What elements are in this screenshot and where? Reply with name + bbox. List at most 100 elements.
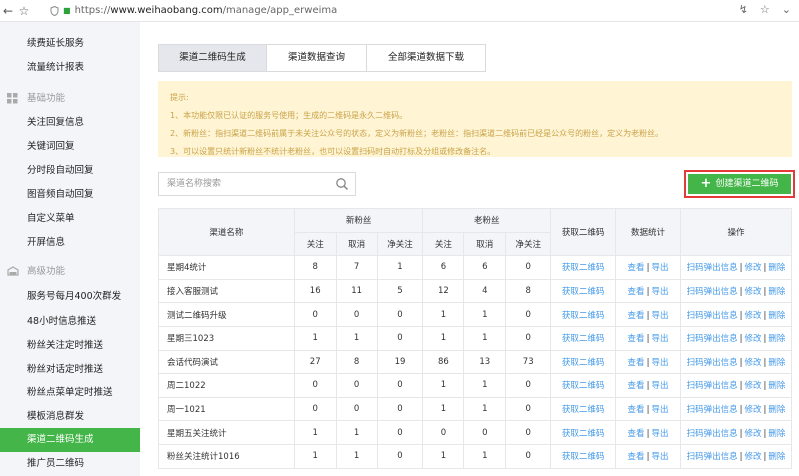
view-link[interactable]: 查看 <box>628 452 645 462</box>
get-qrcode-link[interactable]: 获取二维码 <box>562 334 605 344</box>
view-link[interactable]: 查看 <box>628 287 645 297</box>
get-qrcode-link[interactable]: 获取二维码 <box>562 287 605 297</box>
url-field[interactable]: ■ https://www.weihaobang.com/manage/app_… <box>50 5 337 16</box>
delete-link[interactable]: 删除 <box>768 358 785 368</box>
view-link[interactable]: 查看 <box>628 334 645 344</box>
edit-link[interactable]: 修改 <box>744 429 761 439</box>
separator: | <box>739 428 743 439</box>
new-net-cell: 19 <box>376 349 424 375</box>
old-cancel-cell: 1 <box>463 325 507 351</box>
separator: | <box>739 310 743 321</box>
lightning-icon[interactable]: ↯ <box>739 3 748 16</box>
sidebar-item-channel-qrcode[interactable]: 渠道二维码生成 <box>0 428 140 452</box>
sidebar-item-keyword-reply[interactable]: 关键词回复 <box>0 135 140 159</box>
edit-link[interactable]: 修改 <box>744 452 761 462</box>
old-net-cell: 8 <box>505 278 552 304</box>
sidebar-item-chat-timed-push[interactable]: 粉丝对话定时推送 <box>0 358 140 382</box>
new-net-cell: 0 <box>376 443 424 469</box>
sidebar-item-monthly-broadcast[interactable]: 服务号每月400次群发 <box>0 285 140 309</box>
stats-cell: 查看 | 导出 <box>615 349 681 375</box>
new-net-cell: 0 <box>376 373 424 398</box>
delete-link[interactable]: 删除 <box>768 405 785 415</box>
create-channel-qrcode-button[interactable]: + 创建渠道二维码 <box>684 170 795 198</box>
popup-info-link[interactable]: 扫码弹出信息 <box>687 405 738 415</box>
th-data-stats: 数据统计 <box>615 207 681 257</box>
table-row: 星期五关注统计 1 1 0 0 0 0 获取二维码 查看 | 导出 扫码弹出信息 | 修改 | 删除 <box>158 420 793 445</box>
export-link[interactable]: 导出 <box>651 452 668 462</box>
popup-info-link[interactable]: 扫码弹出信息 <box>687 287 738 297</box>
export-link[interactable]: 导出 <box>651 358 668 368</box>
view-link[interactable]: 查看 <box>628 381 645 391</box>
edit-link[interactable]: 修改 <box>744 263 761 273</box>
sidebar-item-media-reply[interactable]: 图音频自动回复 <box>0 183 140 207</box>
edit-link[interactable]: 修改 <box>744 405 761 415</box>
edit-link[interactable]: 修改 <box>744 358 761 368</box>
favorite-star-icon[interactable]: ☆ <box>760 3 770 16</box>
view-link[interactable]: 查看 <box>628 311 645 321</box>
channel-name-cell: 接入客服测试 <box>158 278 295 304</box>
actions-cell: 扫码弹出信息 | 修改 | 删除 <box>679 325 793 351</box>
popup-info-link[interactable]: 扫码弹出信息 <box>687 452 738 462</box>
table-row: 接入客服测试 16 11 5 12 4 8 获取二维码 查看 | 导出 扫码弹出信息 | 修改 | 删除 <box>158 278 793 304</box>
get-qrcode-link[interactable]: 获取二维码 <box>562 358 605 368</box>
popup-info-link[interactable]: 扫码弹出信息 <box>687 263 738 273</box>
back-icon[interactable]: ← <box>0 4 16 18</box>
get-qrcode-cell: 获取二维码 <box>550 325 617 351</box>
sidebar-item-traffic-report[interactable]: 流量统计报表 <box>0 56 140 80</box>
delete-link[interactable]: 删除 <box>768 452 785 462</box>
stats-cell: 查看 | 导出 <box>615 396 681 422</box>
view-link[interactable]: 查看 <box>628 405 645 415</box>
view-link[interactable]: 查看 <box>628 263 645 273</box>
delete-link[interactable]: 删除 <box>768 311 785 321</box>
export-link[interactable]: 导出 <box>651 311 668 321</box>
delete-link[interactable]: 删除 <box>768 381 785 391</box>
popup-info-link[interactable]: 扫码弹出信息 <box>687 334 738 344</box>
delete-link[interactable]: 删除 <box>768 263 785 273</box>
get-qrcode-link[interactable]: 获取二维码 <box>562 405 605 415</box>
export-link[interactable]: 导出 <box>651 381 668 391</box>
sidebar-item-custom-menu[interactable]: 自定义菜单 <box>0 207 140 231</box>
sidebar-item-renew[interactable]: 续费延长服务 <box>0 32 140 56</box>
sidebar-item-splash-info[interactable]: 开屏信息 <box>0 231 140 255</box>
delete-link[interactable]: 删除 <box>768 334 785 344</box>
new-follow-cell: 27 <box>293 349 337 375</box>
popup-info-link[interactable]: 扫码弹出信息 <box>687 358 738 368</box>
stats-cell: 查看 | 导出 <box>615 302 681 327</box>
delete-link[interactable]: 删除 <box>768 429 785 439</box>
chevron-down-icon[interactable]: ⌄ <box>782 3 791 16</box>
view-link[interactable]: 查看 <box>628 429 645 439</box>
export-link[interactable]: 导出 <box>651 263 668 273</box>
export-link[interactable]: 导出 <box>651 287 668 297</box>
sidebar-item-follow-timed-push[interactable]: 粉丝关注定时推送 <box>0 334 140 358</box>
search-icon[interactable] <box>335 177 349 191</box>
edit-link[interactable]: 修改 <box>744 334 761 344</box>
popup-info-link[interactable]: 扫码弹出信息 <box>687 311 738 321</box>
export-link[interactable]: 导出 <box>651 334 668 344</box>
popup-info-link[interactable]: 扫码弹出信息 <box>687 429 738 439</box>
get-qrcode-link[interactable]: 获取二维码 <box>562 429 605 439</box>
get-qrcode-link[interactable]: 获取二维码 <box>562 452 605 462</box>
sidebar-item-48h-push[interactable]: 48小时信息推送 <box>0 310 140 334</box>
edit-link[interactable]: 修改 <box>744 287 761 297</box>
get-qrcode-link[interactable]: 获取二维码 <box>562 311 605 321</box>
export-link[interactable]: 导出 <box>651 429 668 439</box>
export-link[interactable]: 导出 <box>651 405 668 415</box>
channel-search-input[interactable] <box>159 173 329 195</box>
tab-channel-qrcode[interactable]: 渠道二维码生成 <box>159 45 267 71</box>
edit-link[interactable]: 修改 <box>744 311 761 321</box>
get-qrcode-link[interactable]: 获取二维码 <box>562 263 605 273</box>
delete-link[interactable]: 删除 <box>768 287 785 297</box>
get-qrcode-link[interactable]: 获取二维码 <box>562 381 605 391</box>
tab-all-data-download[interactable]: 全部渠道数据下载 <box>367 45 485 71</box>
bookmark-star-icon[interactable]: ☆ <box>16 4 32 18</box>
view-link[interactable]: 查看 <box>628 358 645 368</box>
sidebar-item-promoter-qrcode[interactable]: 推广员二维码 <box>0 452 140 476</box>
edit-link[interactable]: 修改 <box>744 381 761 391</box>
popup-info-link[interactable]: 扫码弹出信息 <box>687 381 738 391</box>
sidebar-item-timed-reply[interactable]: 分时段自动回复 <box>0 159 140 183</box>
tab-channel-data-query[interactable]: 渠道数据查询 <box>267 45 367 71</box>
sidebar-item-template-broadcast[interactable]: 模板消息群发 <box>0 405 140 429</box>
sidebar-item-follow-reply[interactable]: 关注回复信息 <box>0 111 140 135</box>
sidebar-item-menu-timed-push[interactable]: 粉丝点菜单定时推送 <box>0 381 140 405</box>
channel-name-cell: 星期4统计 <box>158 255 295 280</box>
